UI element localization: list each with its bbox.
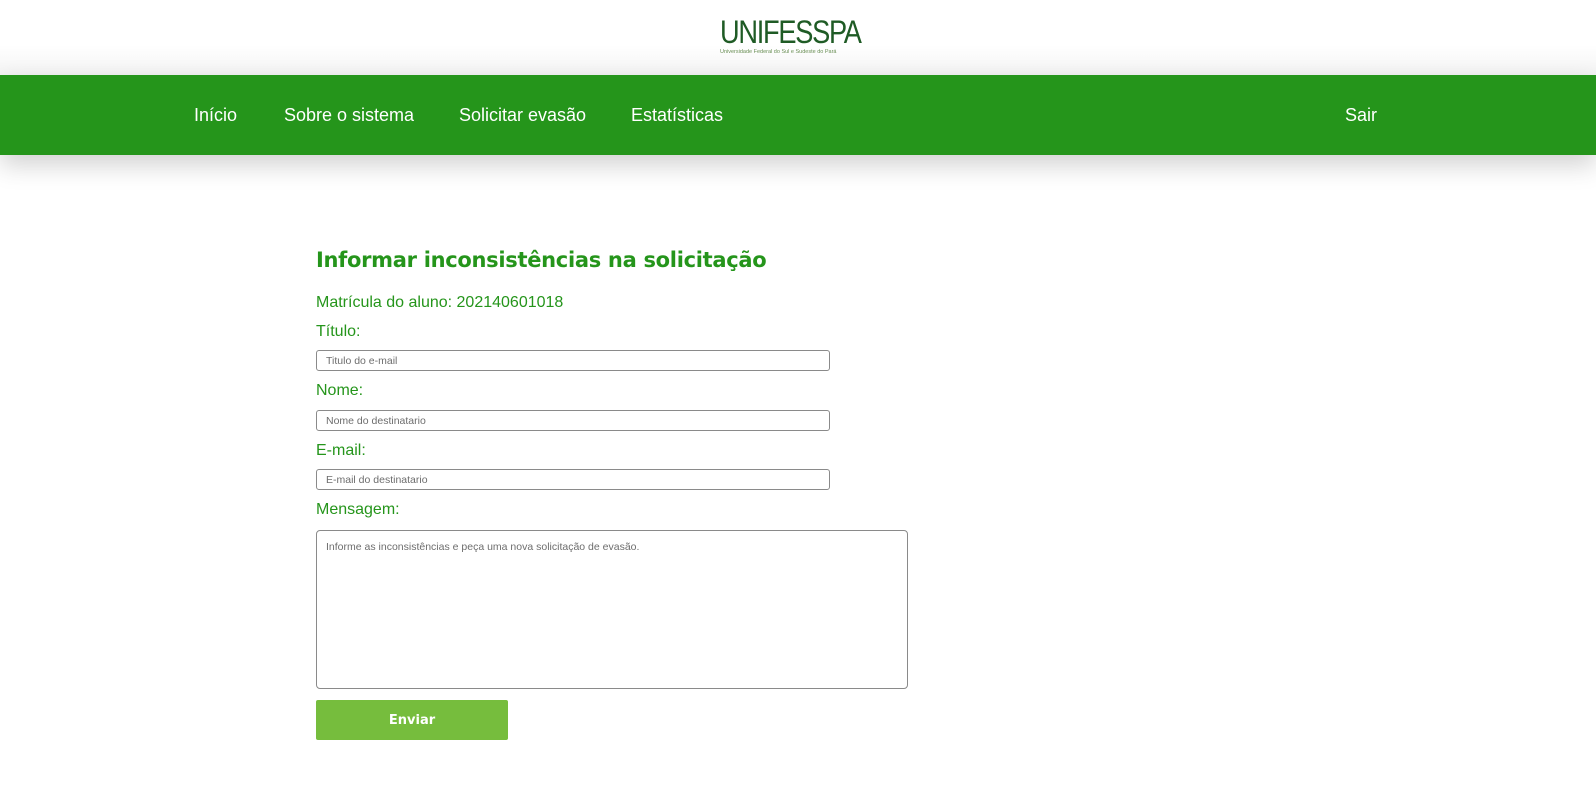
titulo-input[interactable] xyxy=(316,350,830,371)
student-id-label: Matrícula do aluno: 202140601018 xyxy=(316,294,564,311)
nome-label: Nome: xyxy=(316,382,364,399)
nav-item-inicio[interactable]: Início xyxy=(194,75,237,155)
logo-name: UNIFESSPA xyxy=(720,14,862,50)
nome-input[interactable] xyxy=(316,410,830,431)
page-title: Informar inconsistências na solicitação xyxy=(316,248,767,272)
email-input[interactable] xyxy=(316,469,830,490)
unifesspa-logo[interactable]: UNIFESSPA Universidade Federal do Sul e … xyxy=(718,6,878,66)
header: UNIFESSPA Universidade Federal do Sul e … xyxy=(0,0,1596,75)
mensagem-label: Mensagem: xyxy=(316,501,400,518)
nav-item-sair[interactable]: Sair xyxy=(1345,75,1377,155)
main-navbar: Início Sobre o sistema Solicitar evasão … xyxy=(0,75,1596,155)
nav-item-sobre-o-sistema[interactable]: Sobre o sistema xyxy=(284,75,414,155)
logo-text: UNIFESSPA Universidade Federal do Sul e … xyxy=(720,16,886,56)
email-label: E-mail: xyxy=(316,442,366,459)
mensagem-textarea[interactable] xyxy=(316,530,908,689)
logo-subtitle: Universidade Federal do Sul e Sudeste do… xyxy=(720,49,837,55)
enviar-button[interactable]: Enviar xyxy=(316,700,508,740)
nav-item-estatisticas[interactable]: Estatísticas xyxy=(631,75,723,155)
nav-item-solicitar-evasao[interactable]: Solicitar evasão xyxy=(459,75,586,155)
titulo-label: Título: xyxy=(316,323,361,340)
